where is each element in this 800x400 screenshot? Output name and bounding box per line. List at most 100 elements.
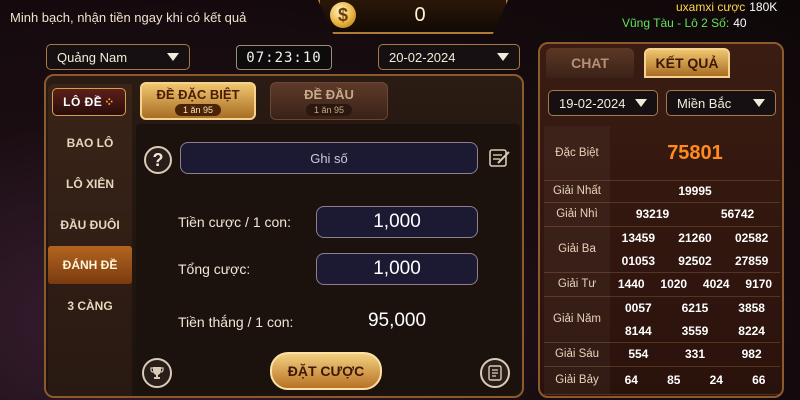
prize-number: 1440 — [617, 277, 645, 291]
prize-number: 4024 — [702, 277, 730, 291]
prize-numbers: 554 331 982 — [610, 342, 780, 366]
dice-icon: ⁘ — [104, 95, 115, 109]
tab-results[interactable]: KẾT QUẢ — [644, 48, 730, 78]
prize-number: 554 — [628, 347, 649, 361]
prize-line: 1440 1020 4024 9170 — [610, 277, 780, 291]
trophy-button[interactable] — [142, 358, 172, 388]
province-value: Quảng Nam — [57, 49, 128, 65]
result-row: Giải Nhất 19995 — [544, 180, 780, 202]
prize-label: Giải Ba — [544, 226, 610, 272]
sidebar-item-dau-duoi[interactable]: ĐẦU ĐUÔI — [48, 208, 132, 242]
ticker-user-line: uxamxi cược 180K — [676, 0, 777, 14]
total-bet-label: Tổng cược: — [178, 261, 251, 277]
prize-number: 6215 — [681, 300, 709, 315]
province-select[interactable]: Quảng Nam — [46, 44, 190, 70]
result-date-value: 19-02-2024 — [559, 95, 626, 111]
prize-number: 27859 — [734, 253, 769, 268]
result-row: Giải Ba 13459 21260 02582 01053 92502 27859 — [544, 226, 780, 272]
prize-label: Giải Sáu — [544, 342, 610, 366]
win-per-unit-value: 95,000 — [367, 310, 427, 331]
number-input[interactable]: Ghi số — [180, 142, 478, 174]
prize-line: 8144 3559 8224 — [610, 324, 780, 338]
tab-chat[interactable]: CHAT — [546, 48, 634, 78]
prize-line: 75801 — [610, 142, 780, 165]
prize-line: 0057 6215 3858 — [610, 301, 780, 315]
coin-icon: $ — [330, 2, 356, 28]
balance-value: 0 — [414, 4, 426, 26]
prize-number: 0057 — [624, 300, 652, 315]
prize-label: Giải Nhất — [544, 180, 610, 202]
tab-de-dau[interactable]: ĐỀ ĐẦU 1 ăn 95 — [270, 82, 388, 120]
prize-number: 92502 — [678, 253, 712, 268]
prize-line: 64 85 24 66 — [610, 373, 780, 387]
bet-per-unit-label: Tiền cược / 1 con: — [178, 214, 291, 230]
prize-number: 66 — [752, 373, 766, 387]
prize-number: 21260 — [678, 230, 712, 245]
prize-number: 3559 — [681, 323, 709, 338]
prize-number: 982 — [741, 347, 762, 361]
region-select[interactable]: Miền Bắc — [666, 90, 776, 116]
prize-numbers: 0057 6215 3858 8144 3559 8224 — [610, 296, 780, 342]
prize-line: 01053 92502 27859 — [610, 254, 780, 268]
place-bet-button[interactable]: ĐẶT CƯỢC — [270, 352, 382, 390]
result-row: Giải Năm 0057 6215 3858 8144 3559 8224 — [544, 296, 780, 342]
bet-per-unit-input[interactable]: 1,000 — [316, 206, 478, 238]
prize-number: 8224 — [738, 323, 765, 338]
prize-numbers: 1440 1020 4024 9170 — [610, 272, 780, 296]
prize-number: 01053 — [621, 253, 656, 268]
tab-label: ĐỀ ĐẦU — [304, 86, 354, 102]
prize-number: 3858 — [738, 300, 765, 315]
total-bet-value: 1,000 — [316, 253, 478, 285]
prize-line: 19995 — [610, 184, 780, 198]
chevron-down-icon — [635, 99, 647, 107]
prize-numbers: 19995 — [610, 180, 780, 202]
question-icon: ? — [152, 149, 164, 170]
tab-rate: 1 ăn 95 — [174, 103, 222, 116]
ticker-amount: 180K — [749, 0, 778, 14]
prize-numbers: 64 85 24 66 — [610, 366, 780, 394]
win-per-unit-label: Tiền thắng / 1 con: — [178, 314, 294, 330]
result-row: Giải Bảy 64 85 24 66 — [544, 366, 780, 394]
prize-number: 9170 — [745, 277, 773, 291]
prize-number: 93219 — [635, 207, 670, 221]
result-row: Giải Sáu 554 331 982 — [544, 342, 780, 366]
prize-number: 56742 — [720, 207, 755, 221]
prize-number: 13459 — [621, 230, 656, 245]
prize-numbers: 93219 56742 — [610, 202, 780, 226]
prize-numbers: 75801 — [610, 126, 780, 180]
chevron-down-icon — [167, 53, 179, 61]
trophy-icon — [150, 367, 164, 379]
chevron-down-icon — [497, 53, 509, 61]
prize-number: 8144 — [624, 323, 652, 338]
tab-de-dac-biet[interactable]: ĐỀ ĐẶC BIỆT 1 ăn 95 — [140, 82, 256, 120]
prize-line: 93219 56742 — [610, 207, 780, 221]
result-row: Giải Tư 1440 1020 4024 9170 — [544, 272, 780, 296]
ticker-result-line: Vũng Tàu - Lô 2 Số: 40 — [622, 16, 747, 30]
lode-logo: LÔ ĐỀ ⁘ — [52, 88, 126, 116]
prize-label: Giải Tư — [544, 272, 610, 296]
sidebar-item-lo-xien[interactable]: LÔ XIÊN — [48, 167, 132, 201]
prize-numbers: 13459 21260 02582 01053 92502 27859 — [610, 226, 780, 272]
history-button[interactable] — [480, 358, 510, 388]
prize-label: Đặc Biệt — [544, 126, 610, 180]
history-list-icon — [488, 365, 502, 381]
sidebar-item-bao-lo[interactable]: BAO LÔ — [48, 126, 132, 160]
date-select[interactable]: 20-02-2024 — [378, 44, 520, 70]
prize-number: 64 — [624, 373, 638, 387]
prize-number: 02582 — [734, 230, 769, 245]
prize-number: 19995 — [678, 184, 712, 198]
ticker-user: uxamxi cược — [676, 0, 746, 14]
result-row: Đặc Biệt 75801 — [544, 126, 780, 180]
result-date-select[interactable]: 19-02-2024 — [548, 90, 658, 116]
prize-label: Giải Bảy — [544, 366, 610, 394]
help-button[interactable]: ? — [144, 146, 172, 174]
region-value: Miền Bắc — [677, 95, 732, 111]
prize-number: 75801 — [667, 141, 723, 164]
tab-rate: 1 ăn 95 — [305, 103, 353, 116]
prize-number: 331 — [684, 347, 705, 361]
sidebar-item-danh-de[interactable]: ĐÁNH ĐỀ — [48, 246, 132, 284]
slogan-text: Minh bạch, nhận tiền ngay khi có kết quả — [10, 10, 247, 25]
prize-label: Giải Nhì — [544, 202, 610, 226]
sidebar-item-3-cang[interactable]: 3 CÀNG — [48, 289, 132, 323]
edit-icon[interactable] — [488, 147, 512, 169]
